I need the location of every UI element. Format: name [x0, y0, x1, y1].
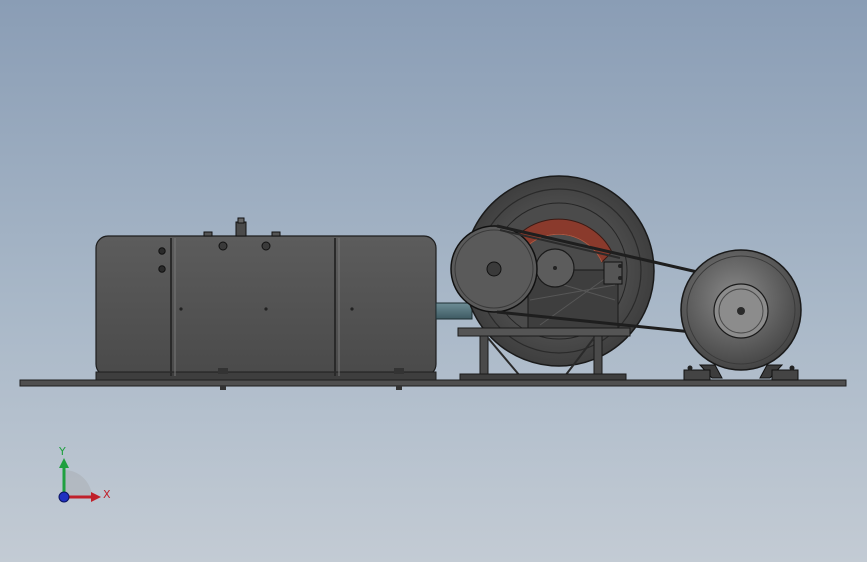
triad-z-axis: [58, 491, 70, 503]
triad-y-arrow: [59, 458, 69, 468]
motor-pulley[interactable]: [713, 283, 769, 339]
drive-pulley[interactable]: [450, 225, 538, 313]
filler-cap[interactable]: [235, 217, 247, 237]
gear-pulley[interactable]: [535, 248, 575, 288]
cad-viewport[interactable]: Y X: [0, 0, 867, 562]
base-plate[interactable]: [19, 379, 847, 387]
triad-x-label: X: [103, 488, 111, 501]
connecting-pipe[interactable]: [435, 302, 473, 320]
triad-y-label: Y: [58, 445, 66, 458]
axis-triad[interactable]: Y X: [58, 445, 111, 503]
tank-housing[interactable]: [95, 235, 437, 381]
triad-xy-plane: [64, 470, 92, 497]
triad-x-arrow: [91, 492, 101, 502]
